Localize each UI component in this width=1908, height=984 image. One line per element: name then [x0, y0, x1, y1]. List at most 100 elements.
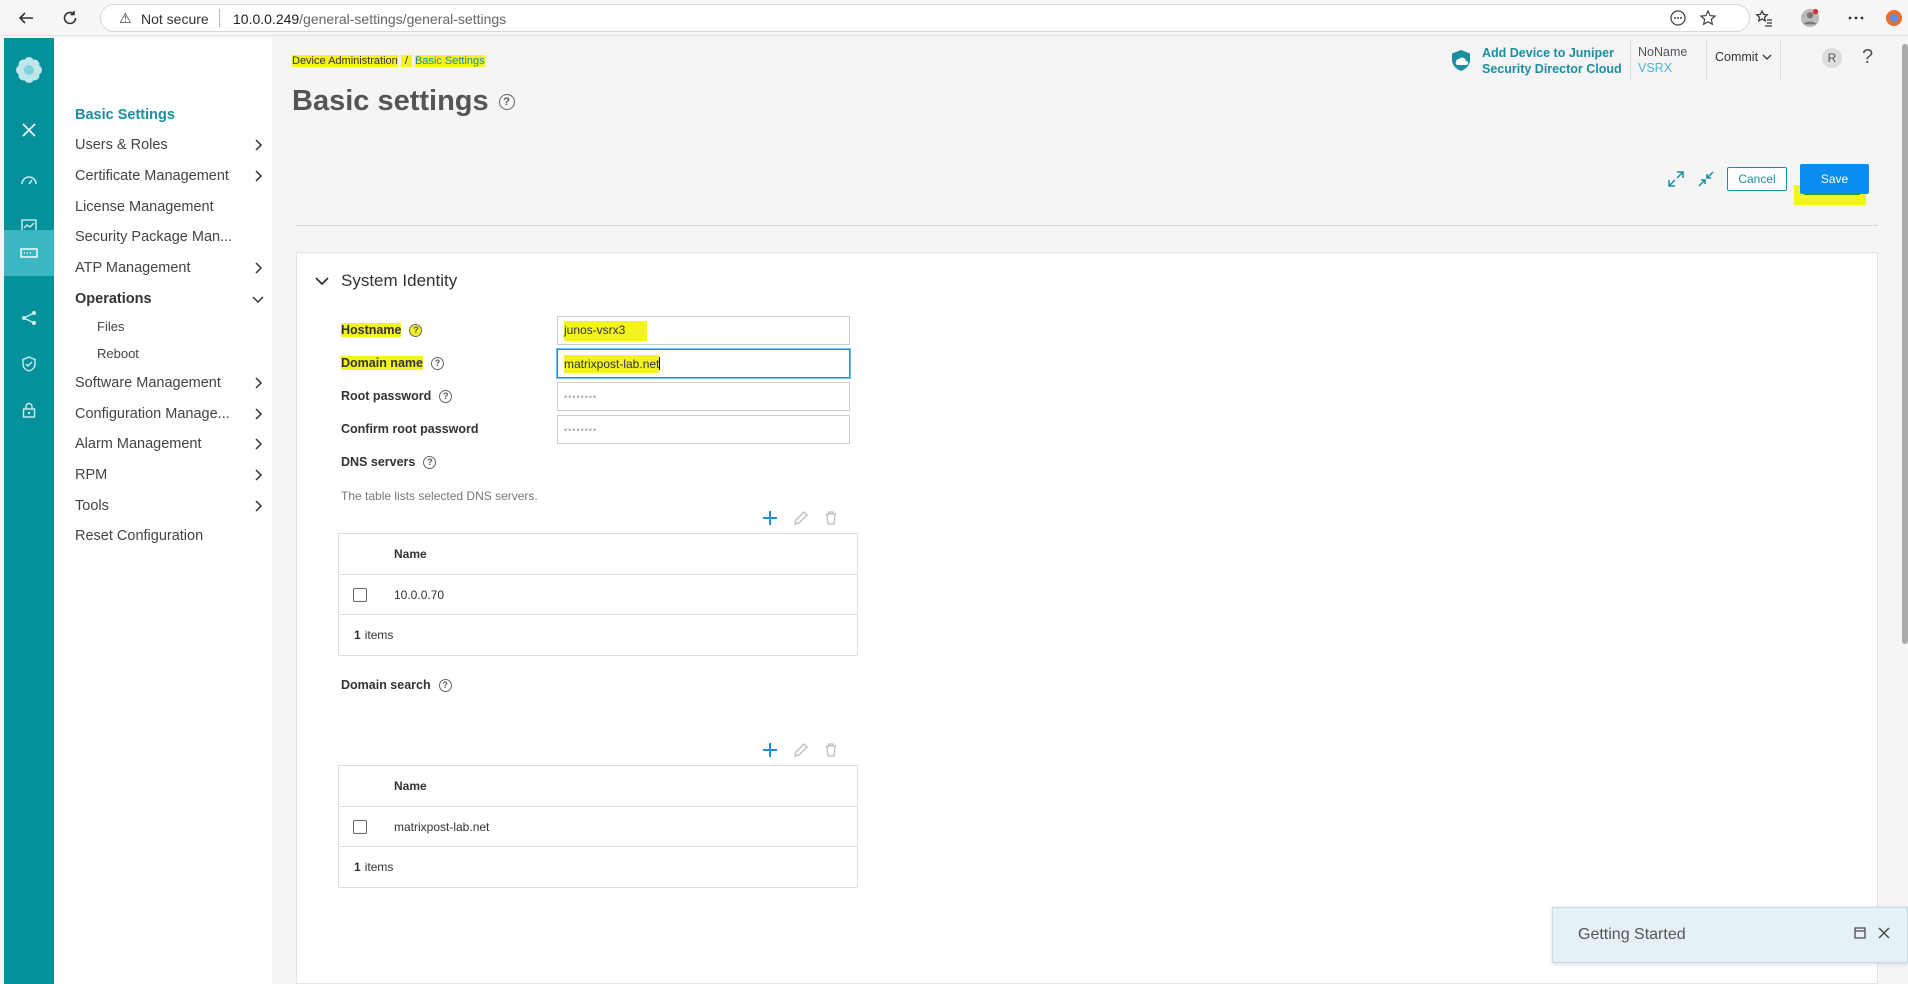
- security-shield-icon[interactable]: [4, 344, 54, 384]
- network-share-icon[interactable]: [4, 298, 54, 338]
- app-rail: [4, 38, 54, 984]
- domain-search-grid-toolbar: [761, 741, 839, 759]
- column-name[interactable]: Name: [394, 779, 427, 793]
- domain-name-label: Domain name ?: [341, 356, 444, 370]
- edit-pencil-icon[interactable]: [793, 742, 809, 758]
- item-count-suffix: items: [364, 860, 394, 874]
- url-path: /general-settings/general-settings: [299, 11, 507, 27]
- header-divider: [1780, 40, 1781, 80]
- nav-certificate-management[interactable]: Certificate Management: [75, 165, 265, 187]
- row-checkbox[interactable]: [353, 587, 367, 602]
- close-icon[interactable]: [1877, 926, 1891, 940]
- nav-operations[interactable]: Operations: [75, 288, 265, 310]
- expand-all-icon[interactable]: [1667, 170, 1685, 188]
- save-button[interactable]: Save: [1800, 164, 1869, 194]
- more-options-icon[interactable]: [1846, 8, 1866, 28]
- nav-files[interactable]: Files: [97, 315, 287, 337]
- table-row[interactable]: 10.0.0.70: [339, 575, 857, 615]
- item-count: 1: [354, 628, 361, 642]
- chevron-right-icon: [255, 139, 263, 151]
- domain-name-input[interactable]: matrixpost-lab.net: [557, 349, 850, 378]
- domain-search-label: Domain search ?: [341, 678, 452, 692]
- breadcrumb: Device Administration / Basic Settings: [292, 55, 485, 67]
- delete-trash-icon[interactable]: [823, 510, 839, 526]
- getting-started-panel[interactable]: Getting Started: [1552, 907, 1908, 963]
- nav-reboot[interactable]: Reboot: [97, 342, 287, 364]
- close-icon[interactable]: [4, 110, 54, 150]
- address-bar[interactable]: ⚠ Not secure 10.0.0.249/general-settings…: [100, 4, 1750, 32]
- nav-tools[interactable]: Tools: [75, 495, 265, 517]
- commit-dropdown[interactable]: Commit: [1715, 50, 1772, 64]
- header-divider: [1706, 40, 1707, 80]
- nav-software-management[interactable]: Software Management: [75, 372, 265, 394]
- add-icon[interactable]: [761, 741, 779, 759]
- nav-alarm-management[interactable]: Alarm Management: [75, 433, 265, 455]
- add-device-sd-cloud-link[interactable]: Add Device to Juniper Security Director …: [1448, 45, 1622, 77]
- nav-label: RPM: [75, 467, 108, 483]
- delete-trash-icon[interactable]: [823, 742, 839, 758]
- refresh-icon[interactable]: [60, 8, 80, 28]
- back-arrow-icon[interactable]: [16, 8, 36, 28]
- nav-label: Alarm Management: [75, 436, 202, 452]
- favorite-star-icon[interactable]: [1699, 9, 1717, 32]
- section-title: System Identity: [341, 271, 458, 290]
- nav-rpm[interactable]: RPM: [75, 464, 265, 486]
- url-host: 10.0.0.249: [233, 11, 300, 27]
- juniper-logo-icon[interactable]: [4, 48, 54, 92]
- section-header[interactable]: System Identity: [315, 271, 457, 291]
- dashboard-gauge-icon[interactable]: [4, 160, 54, 200]
- favorites-list-icon[interactable]: [1754, 8, 1774, 28]
- collapse-all-icon[interactable]: [1697, 170, 1715, 188]
- root-password-input[interactable]: ••••••••: [557, 382, 850, 411]
- page-title: Basic settings ?: [292, 85, 515, 118]
- add-icon[interactable]: [761, 509, 779, 527]
- copilot-icon[interactable]: [1884, 8, 1904, 28]
- nav-basic-settings[interactable]: Basic Settings: [75, 104, 265, 126]
- nav-license-management[interactable]: License Management: [75, 196, 265, 218]
- device-host-info: NoName VSRX: [1638, 44, 1687, 76]
- nav-reset-configuration[interactable]: Reset Configuration: [75, 525, 265, 547]
- column-name[interactable]: Name: [394, 547, 427, 561]
- nav-atp-management[interactable]: ATP Management: [75, 257, 265, 279]
- nav-configuration-management[interactable]: Configuration Manage...: [75, 403, 265, 425]
- profile-avatar-icon[interactable]: [1800, 8, 1820, 28]
- nav-label: Basic Settings: [75, 107, 175, 123]
- host-type: VSRX: [1638, 61, 1673, 75]
- table-row[interactable]: matrixpost-lab.net: [339, 807, 857, 847]
- nav-users-roles[interactable]: Users & Roles: [75, 134, 265, 156]
- reading-mode-icon[interactable]: [1669, 9, 1687, 32]
- user-avatar[interactable]: R: [1822, 48, 1842, 68]
- help-circle-icon[interactable]: ?: [498, 93, 515, 110]
- edit-pencil-icon[interactable]: [793, 510, 809, 526]
- help-circle-icon[interactable]: ?: [438, 678, 452, 692]
- breadcrumb-parent[interactable]: Device Administration: [292, 55, 398, 67]
- hostname-label: Hostname ?: [341, 323, 423, 337]
- chevron-down-icon: [252, 296, 264, 304]
- table-header: Name: [339, 534, 857, 575]
- security-status[interactable]: Not secure: [141, 11, 209, 27]
- dns-servers-table: Name 10.0.0.70 1 items: [338, 533, 858, 656]
- help-circle-icon[interactable]: ?: [409, 323, 423, 337]
- help-circle-icon[interactable]: ?: [430, 356, 444, 370]
- getting-started-controls: [1853, 926, 1891, 940]
- hostname-input[interactable]: junos-vsrx3: [557, 316, 850, 345]
- help-circle-icon[interactable]: ?: [439, 389, 453, 403]
- page-scrollbar[interactable]: [1902, 44, 1908, 644]
- restore-window-icon[interactable]: [1853, 926, 1867, 940]
- confirm-root-password-input[interactable]: ••••••••: [557, 415, 850, 444]
- nav-label: Files: [97, 318, 125, 334]
- lock-icon[interactable]: [4, 390, 54, 430]
- chevron-right-icon: [255, 377, 263, 389]
- row-checkbox[interactable]: [353, 819, 367, 834]
- nav-security-package-management[interactable]: Security Package Man...: [75, 226, 265, 248]
- breadcrumb-current: Basic Settings: [414, 55, 485, 67]
- root-password-label-text: Root password: [341, 389, 432, 403]
- help-circle-icon[interactable]: ?: [423, 455, 437, 469]
- device-admin-icon[interactable]: [4, 230, 54, 276]
- help-icon[interactable]: ?: [1862, 46, 1873, 69]
- toolbar-divider: [296, 225, 1878, 226]
- url-text[interactable]: 10.0.0.249/general-settings/general-sett…: [233, 11, 506, 27]
- dns-servers-label: DNS servers ?: [341, 455, 437, 469]
- cancel-button[interactable]: Cancel: [1727, 167, 1787, 191]
- dns-grid-toolbar: [761, 509, 839, 527]
